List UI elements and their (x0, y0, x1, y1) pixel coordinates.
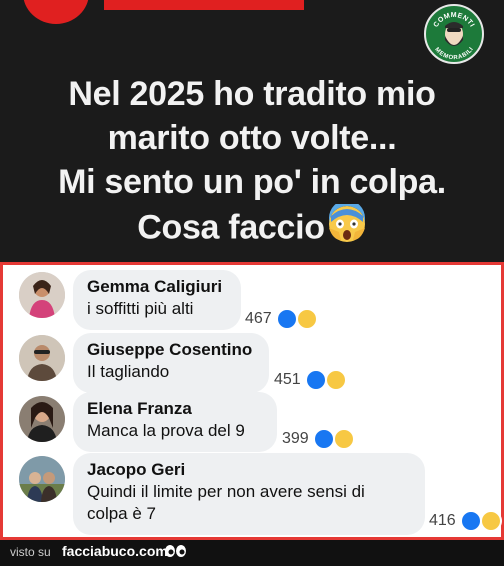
eyes-icon (164, 543, 188, 566)
red-circle-decoration (23, 0, 89, 24)
comments-panel: Gemma Caligiuri i soffitti più alti 467 … (0, 262, 504, 540)
commenter-name[interactable]: Gemma Caligiuri (87, 276, 227, 298)
post-line-4: Cosa faccio (137, 208, 325, 247)
comment-bubble: Giuseppe Cosentino Il tagliando (73, 333, 269, 393)
post-text: Nel 2025 ho tradito mio marito otto volt… (20, 72, 484, 255)
footer-bar: visto su facciabuco.com (0, 540, 504, 565)
comment-text: Il tagliando (87, 362, 170, 381)
like-icon (459, 510, 482, 532)
screaming-face-emoji-icon (327, 200, 367, 255)
site-link[interactable]: facciabuco.com (62, 543, 168, 559)
post-image: COMMENTI MEMORABILI Nel 2025 ho tradito … (0, 0, 504, 262)
commenti-memorabili-logo: COMMENTI MEMORABILI (424, 4, 484, 64)
post-line-1: Nel 2025 ho tradito mio (68, 75, 436, 113)
commenter-name[interactable]: Elena Franza (87, 398, 263, 420)
post-line-2: marito otto volte... (107, 119, 397, 157)
reactions[interactable]: 416 (429, 510, 502, 532)
comment-bubble: Gemma Caligiuri i soffitti più alti (73, 270, 241, 330)
reaction-count: 451 (274, 371, 301, 388)
logo-text-bottom: MEMORABILI (433, 46, 475, 61)
red-bar-decoration (104, 0, 304, 10)
commenter-name[interactable]: Giuseppe Cosentino (87, 339, 255, 361)
comment-bubble: Elena Franza Manca la prova del 9 (73, 392, 277, 452)
avatar[interactable] (19, 272, 65, 318)
reactions[interactable]: 451 (274, 369, 347, 391)
commenter-name[interactable]: Jacopo Geri (87, 459, 411, 481)
haha-icon (295, 308, 318, 330)
like-icon (275, 308, 298, 330)
like-icon (304, 369, 327, 391)
haha-icon (332, 428, 355, 450)
comment-bubble: Jacopo Geri Quindi il limite per non ave… (73, 453, 425, 535)
like-icon (312, 428, 335, 450)
post-line-4-wrap: Cosa faccio (20, 200, 484, 255)
svg-text:MEMORABILI: MEMORABILI (433, 46, 475, 61)
comment-text: i soffitti più alti (87, 299, 194, 318)
avatar[interactable] (19, 396, 65, 442)
comment-text: Manca la prova del 9 (87, 421, 245, 440)
avatar[interactable] (19, 456, 65, 502)
reaction-count: 416 (429, 512, 456, 529)
reactions[interactable]: 467 (245, 308, 318, 330)
haha-icon (479, 510, 502, 532)
reaction-count: 467 (245, 310, 272, 327)
haha-icon (324, 369, 347, 391)
reactions[interactable]: 399 (282, 428, 355, 450)
comment-text-line-2: colpa è 7 (87, 504, 156, 523)
visto-su-label: visto su (10, 545, 51, 559)
post-line-3: Mi sento un po' in colpa. (58, 163, 446, 201)
avatar[interactable] (19, 335, 65, 381)
comment-text-line-1: Quindi il limite per non avere sensi di (87, 482, 365, 501)
reaction-count: 399 (282, 430, 309, 447)
